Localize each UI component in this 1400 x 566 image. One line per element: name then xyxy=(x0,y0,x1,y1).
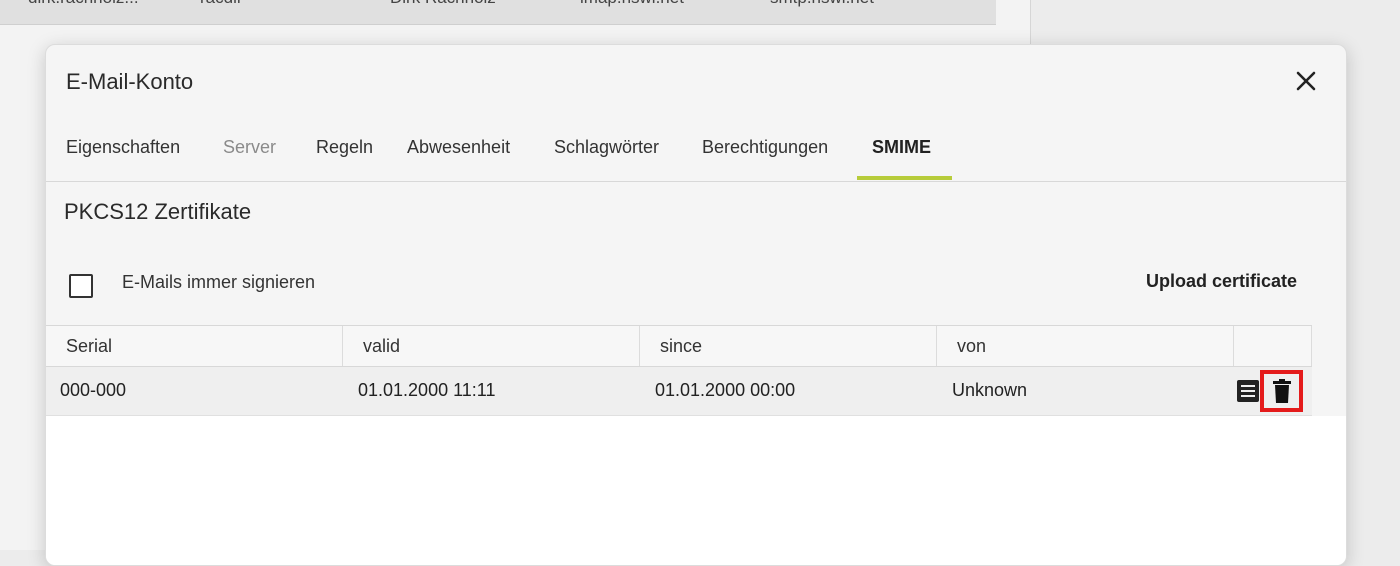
dialog-title: E-Mail-Konto xyxy=(66,69,194,94)
certificate-table-header: Serial valid since von xyxy=(46,325,1312,367)
details-icon[interactable] xyxy=(1236,378,1260,404)
upload-certificate-button[interactable]: Upload certificate xyxy=(1146,271,1297,292)
tab-server: Server xyxy=(223,137,277,157)
sign-emails-checkbox[interactable] xyxy=(69,274,93,298)
close-icon[interactable] xyxy=(1293,68,1319,94)
table-empty-area xyxy=(46,416,1346,565)
tab-eigenschaften[interactable]: Eigenschaften xyxy=(66,137,180,158)
column-header-actions xyxy=(1234,326,1312,366)
tab-berechtigungen[interactable]: Berechtigungen xyxy=(702,137,828,158)
tab-bar: Eigenschaften Server Regeln Abwesenheit … xyxy=(46,129,1346,182)
table-row[interactable]: 000-000 01.01.2000 11:11 01.01.2000 00:0… xyxy=(46,367,1312,416)
cell-since: 01.01.2000 00:00 xyxy=(655,380,796,400)
column-header-serial[interactable]: Serial xyxy=(46,326,343,366)
section-title: PKCS12 Zertifikate xyxy=(64,199,252,224)
column-header-von[interactable]: von xyxy=(937,326,1234,366)
tab-regeln[interactable]: Regeln xyxy=(316,137,373,158)
bg-cell-email: dirk.rachholz... xyxy=(28,0,139,8)
column-header-since[interactable]: since xyxy=(640,326,937,366)
tab-smime[interactable]: SMIME xyxy=(872,137,931,158)
bg-cell-smtp: smtp.hswl.net xyxy=(770,0,874,8)
trash-icon[interactable] xyxy=(1270,378,1294,404)
email-account-dialog: E-Mail-Konto Eigenschaften Server Regeln… xyxy=(45,44,1347,566)
bg-cell-user: racdir xyxy=(200,0,243,8)
bg-cell-imap: imap.hswl.net xyxy=(580,0,684,8)
active-tab-indicator xyxy=(857,176,952,180)
tab-abwesenheit[interactable]: Abwesenheit xyxy=(407,137,510,158)
background-table-row[interactable]: dirk.rachholz... racdir Dirk Rachholz im… xyxy=(0,0,996,25)
cell-valid: 01.01.2000 11:11 xyxy=(358,380,496,400)
tab-schlagwoerter[interactable]: Schlagwörter xyxy=(554,137,659,158)
sign-emails-label[interactable]: E-Mails immer signieren xyxy=(122,272,315,293)
cell-von: Unknown xyxy=(952,380,1028,400)
cell-serial: 000-000 xyxy=(60,380,127,400)
bg-cell-name: Dirk Rachholz xyxy=(390,0,496,8)
column-header-valid[interactable]: valid xyxy=(343,326,640,366)
